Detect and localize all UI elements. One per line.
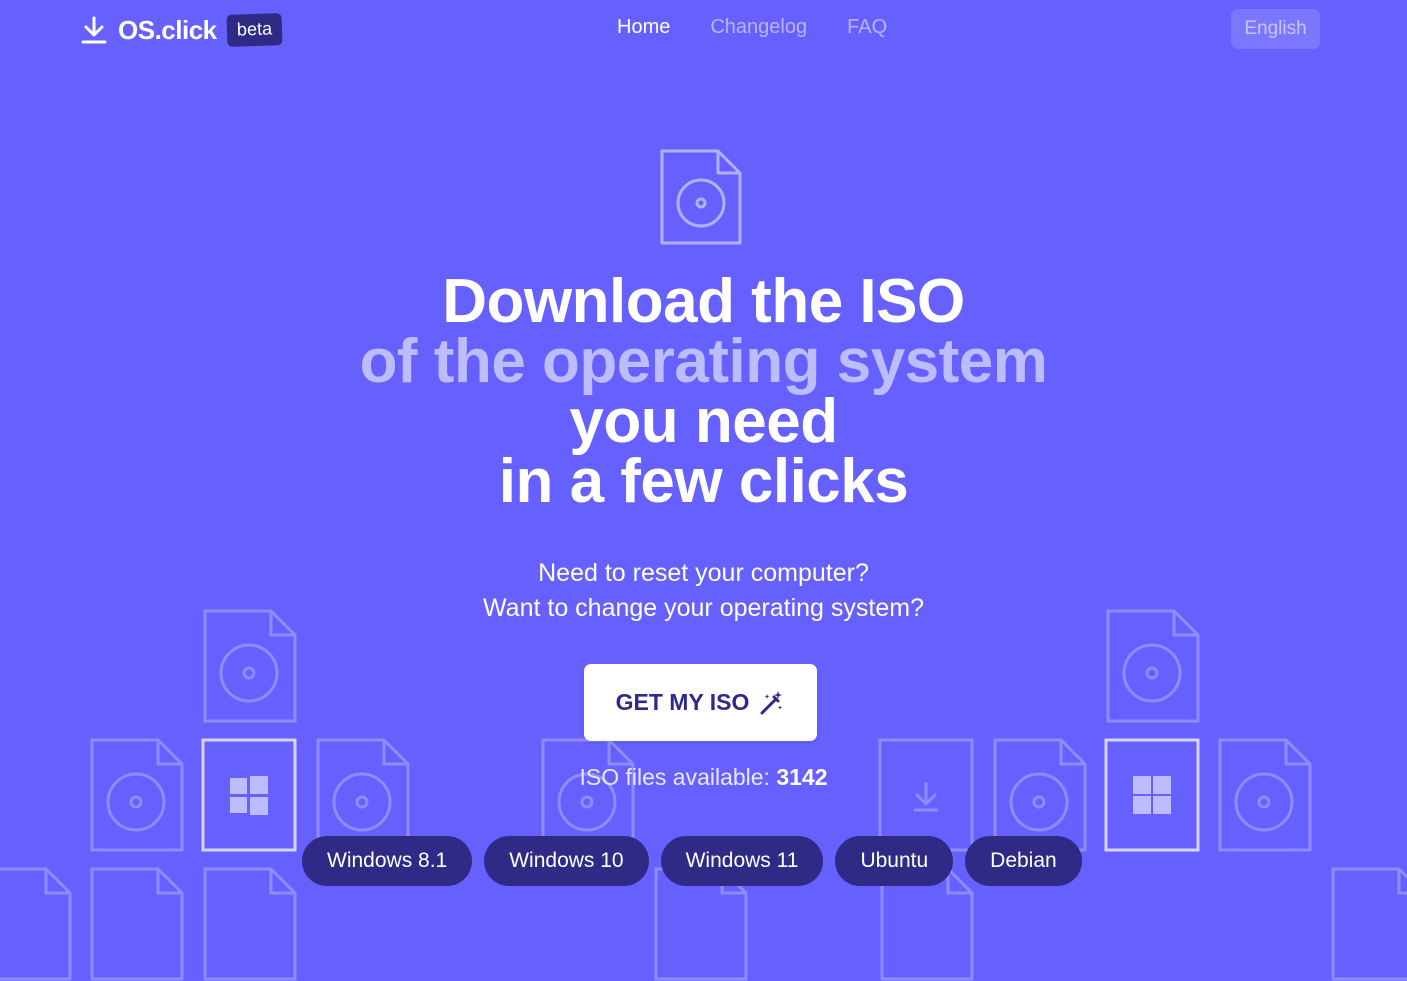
get-my-iso-button[interactable]: GET MY ISO bbox=[584, 664, 817, 741]
download-file-icon bbox=[878, 738, 974, 852]
disc-file-icon bbox=[1216, 738, 1312, 852]
iso-count-label: ISO files available: bbox=[579, 764, 777, 790]
brand-name: OS.click bbox=[118, 14, 217, 45]
chip-windows-10[interactable]: Windows 10 bbox=[484, 836, 649, 886]
headline-line-2: of the operating system bbox=[359, 327, 1048, 396]
headline-line-3: you need bbox=[569, 387, 838, 456]
nav-changelog[interactable]: Changelog bbox=[710, 16, 807, 39]
headline-line-4: in a few clicks bbox=[498, 447, 909, 516]
iso-count-value: 3142 bbox=[776, 764, 828, 790]
disc-file-icon bbox=[660, 149, 742, 245]
disc-file-icon bbox=[1104, 609, 1200, 723]
subtitle-line-1: Need to reset your computer? bbox=[538, 559, 869, 587]
disc-file-icon bbox=[88, 738, 184, 852]
nav-faq[interactable]: FAQ bbox=[847, 16, 887, 39]
windows-logo-icon bbox=[201, 738, 297, 852]
main-nav: Home Changelog FAQ bbox=[617, 16, 927, 39]
cta-label: GET MY ISO bbox=[615, 689, 750, 715]
subtitle-line-2: Want to change your operating system? bbox=[483, 594, 924, 622]
disc-file-icon bbox=[1329, 867, 1407, 981]
language-selector[interactable]: English bbox=[1231, 9, 1320, 49]
disc-file-icon bbox=[201, 609, 297, 723]
disc-file-icon bbox=[0, 867, 72, 981]
chip-debian[interactable]: Debian bbox=[965, 836, 1082, 886]
chip-ubuntu[interactable]: Ubuntu bbox=[835, 836, 954, 886]
disc-file-icon bbox=[88, 867, 184, 981]
chip-windows-8-1[interactable]: Windows 8.1 bbox=[302, 836, 473, 886]
nav-home[interactable]: Home bbox=[617, 16, 670, 39]
disc-file-icon bbox=[314, 738, 410, 852]
chip-windows-11[interactable]: Windows 11 bbox=[660, 836, 824, 886]
site-header: OS.click beta Home Changelog FAQ English bbox=[0, 0, 1407, 60]
magic-wand-icon bbox=[760, 690, 783, 714]
disc-file-icon bbox=[991, 738, 1087, 852]
download-icon bbox=[81, 16, 107, 44]
hero-subtitle: Need to reset your computer? Want to cha… bbox=[0, 556, 1407, 626]
iso-count: ISO files available: 3142 bbox=[0, 764, 1407, 791]
brand-logo[interactable]: OS.click beta bbox=[80, 10, 283, 50]
disc-file-icon bbox=[201, 867, 297, 981]
beta-badge: beta bbox=[226, 13, 283, 47]
headline-line-1: Download the ISO bbox=[442, 267, 965, 336]
hero-headline: Download the ISO of the operating system… bbox=[0, 267, 1407, 516]
os-chip-list: Windows 8.1 Windows 10 Windows 11 Ubuntu… bbox=[302, 836, 1094, 886]
disc-file-icon bbox=[539, 738, 635, 852]
windows-logo-icon bbox=[1104, 738, 1200, 852]
